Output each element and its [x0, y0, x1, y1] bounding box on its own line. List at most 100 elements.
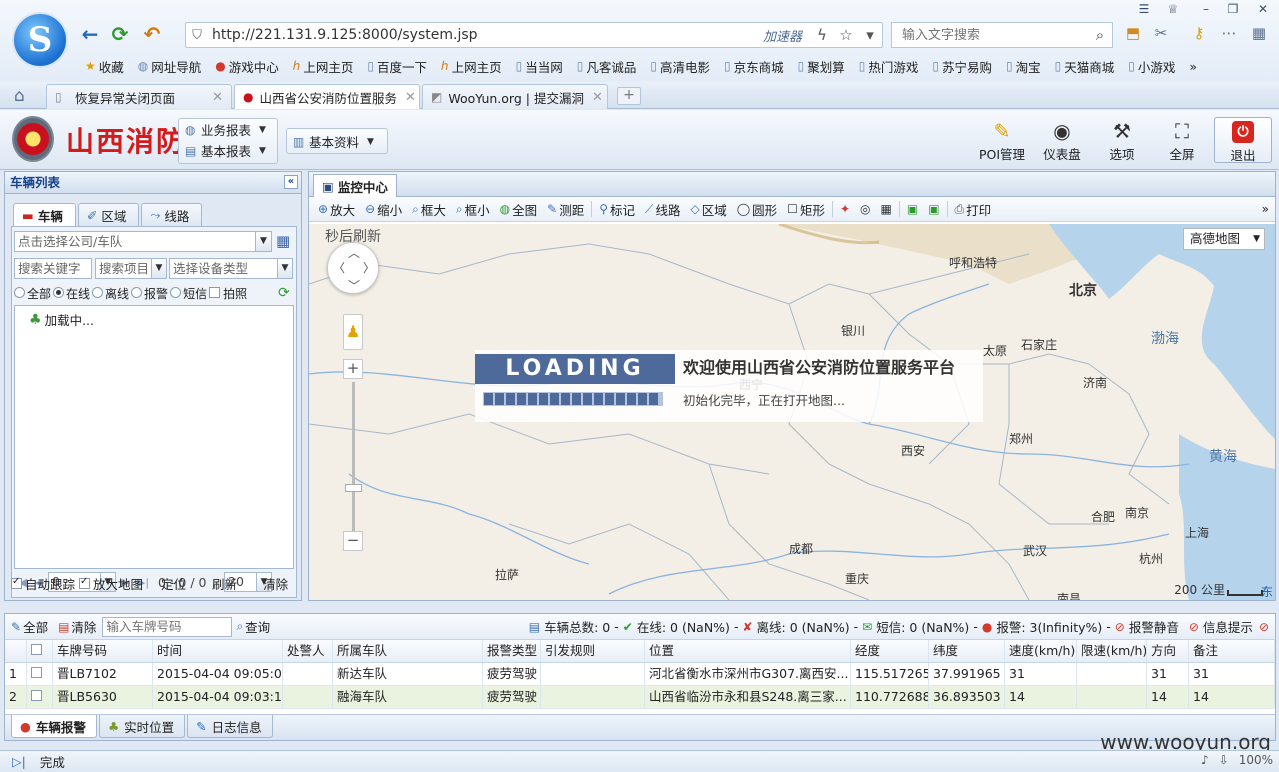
- zoom-slider-handle[interactable]: [345, 484, 362, 492]
- locate-button[interactable]: 定位: [161, 574, 186, 593]
- row-checkbox-cell[interactable]: [27, 663, 53, 685]
- column-header[interactable]: 报警类型: [483, 640, 541, 662]
- zoom-slider-track[interactable]: [352, 382, 355, 532]
- search-box[interactable]: ⌕: [891, 22, 1113, 48]
- bookmark-item[interactable]: ◍ 网址导航: [131, 56, 209, 76]
- toolbar-overflow-icon[interactable]: »: [1262, 202, 1269, 216]
- column-header[interactable]: 备注: [1189, 640, 1275, 662]
- collapse-icon[interactable]: «: [284, 175, 298, 189]
- box-zoom-out-tool[interactable]: ⌕ 框小: [451, 200, 495, 219]
- play-icon[interactable]: ▷|: [12, 754, 26, 769]
- bookmark-item[interactable]: ★ 收藏: [78, 56, 131, 76]
- bookmark-item[interactable]: ▯ 聚划算: [791, 56, 852, 76]
- close-icon[interactable]: ✕: [584, 90, 603, 105]
- pan-right-icon[interactable]: 〉: [363, 259, 375, 276]
- tab-route[interactable]: ⤳ 线路: [141, 203, 203, 226]
- column-header[interactable]: 纬度: [929, 640, 1005, 662]
- target-tool[interactable]: ◎: [855, 202, 875, 216]
- column-header[interactable]: 处警人: [283, 640, 333, 662]
- filter-alarm[interactable]: 报警: [131, 285, 168, 302]
- basic-data-item[interactable]: ▥ 基本资料 ▼: [287, 131, 387, 152]
- search-item-select[interactable]: 搜索项目 ▼: [95, 258, 167, 279]
- circle-tool[interactable]: ◯ 圆形: [732, 200, 782, 219]
- map-view[interactable]: 秒后刷新 ︿ ﹀ 〈 〉 ♟ + − 高德地图 ▼ 呼和浩特 北京 银川 太原 …: [309, 224, 1275, 600]
- radio-icon[interactable]: [170, 287, 182, 298]
- star-icon[interactable]: ☆: [834, 26, 858, 44]
- zoom-level[interactable]: 100%: [1239, 753, 1273, 767]
- chevron-down-icon[interactable]: ▾: [858, 26, 882, 44]
- filter-sms[interactable]: 短信: [170, 285, 207, 302]
- menu-icon[interactable]: ☰: [1133, 2, 1155, 16]
- bookmark-item[interactable]: ▯ 京东商城: [717, 56, 791, 76]
- checkbox-icon[interactable]: [79, 576, 91, 589]
- bookmark-item[interactable]: ▯ 凡客诚品: [570, 56, 644, 76]
- home-icon[interactable]: ⌂: [14, 86, 25, 106]
- key-icon[interactable]: ⚷: [1188, 24, 1210, 46]
- undo-icon[interactable]: ↶: [140, 22, 164, 46]
- bookmark-item[interactable]: ▯ 苏宁易购: [925, 56, 999, 76]
- radio-icon[interactable]: [14, 287, 25, 298]
- radio-icon[interactable]: [131, 287, 143, 298]
- back-arrow-icon[interactable]: ←: [78, 22, 102, 46]
- alert-settings-icon[interactable]: ⊘: [1259, 620, 1269, 634]
- rectangle-tool[interactable]: ☐ 矩形: [782, 200, 830, 219]
- full-extent-tool[interactable]: ◍ 全图: [495, 200, 543, 219]
- pan-down-icon[interactable]: ﹀: [348, 277, 360, 294]
- close-icon[interactable]: ✕: [397, 90, 416, 105]
- radio-icon[interactable]: [92, 287, 104, 298]
- tab-vehicle-alarm[interactable]: ● 车辆报警: [11, 715, 97, 738]
- filter-all[interactable]: 全部: [14, 285, 51, 302]
- skin-icon[interactable]: ♕: [1162, 2, 1184, 16]
- checkbox-icon[interactable]: [11, 576, 22, 589]
- radio-icon[interactable]: [53, 287, 65, 298]
- bookmark-icon[interactable]: ⬒: [1122, 24, 1144, 46]
- measure-tool[interactable]: ✎ 测距: [542, 200, 589, 219]
- tab-area[interactable]: ✐ 区域: [77, 203, 140, 226]
- bookmark-item[interactable]: ▯ 高清电影: [643, 56, 717, 76]
- mute-alarm-toggle[interactable]: ⊘ 报警静音: [1115, 617, 1179, 636]
- chevron-down-icon[interactable]: ▼: [151, 259, 166, 278]
- bookmark-item[interactable]: ▯ 小游戏: [1121, 56, 1182, 76]
- refresh-list-icon[interactable]: ⟳: [278, 285, 290, 301]
- accelerator-label[interactable]: 加速器: [763, 26, 802, 45]
- browser-tab-active[interactable]: ● 山西省公安消防位置服务 ✕: [234, 84, 420, 109]
- tab-log-info[interactable]: ✎ 日志信息: [187, 715, 273, 738]
- zoom-out-tool[interactable]: ⊖ 缩小: [360, 200, 407, 219]
- refresh-icon[interactable]: ⟳: [108, 22, 132, 46]
- column-header[interactable]: 引发规则: [541, 640, 645, 662]
- search-input[interactable]: [892, 27, 1088, 43]
- box-zoom-in-tool[interactable]: ⌕ 框大: [407, 200, 451, 219]
- filter-online[interactable]: 在线: [53, 285, 90, 302]
- chevron-down-icon[interactable]: ▼: [277, 259, 292, 278]
- column-header[interactable]: 方向: [1147, 640, 1189, 662]
- pan-up-icon[interactable]: ︿: [348, 244, 360, 261]
- pin-tool[interactable]: ✦: [835, 202, 855, 216]
- auto-follow-toggle[interactable]: 自动跟踪: [11, 574, 75, 593]
- close-icon[interactable]: ✕: [204, 90, 223, 105]
- bookmark-item[interactable]: ● 游戏中心: [208, 56, 286, 76]
- route-tool[interactable]: ⟋ 线路: [640, 200, 685, 219]
- filter-offline[interactable]: 离线: [92, 285, 129, 302]
- info-tips-toggle[interactable]: ⊘ 信息提示: [1189, 617, 1253, 636]
- grid-apps-icon[interactable]: ▦: [1248, 24, 1270, 46]
- column-header[interactable]: 时间: [153, 640, 283, 662]
- photo-toggle[interactable]: 拍照: [209, 285, 247, 302]
- checkbox-icon[interactable]: [31, 644, 42, 655]
- bookmark-item[interactable]: ▯ 热门游戏: [852, 56, 926, 76]
- street-view-pegman-icon[interactable]: ♟: [343, 314, 363, 350]
- column-header[interactable]: 限速(km/h): [1077, 640, 1147, 662]
- minimize-icon[interactable]: –: [1195, 2, 1217, 16]
- zoom-map-toggle[interactable]: 放大地图: [79, 574, 143, 593]
- new-tab-button[interactable]: +: [617, 87, 641, 105]
- keyword-input[interactable]: 搜索关键字: [14, 258, 92, 279]
- device-type-select[interactable]: 选择设备类型 ▼: [169, 258, 293, 279]
- plate-search-input[interactable]: [102, 616, 233, 637]
- bookmark-item[interactable]: ℎ 上网主页: [286, 56, 361, 76]
- chevron-down-icon[interactable]: ▼: [1253, 229, 1260, 249]
- exit-button[interactable]: ⏻ 退出: [1214, 117, 1272, 163]
- clear-button[interactable]: 清除: [263, 574, 288, 593]
- zoom-in-tool[interactable]: ⊕ 放大: [313, 200, 360, 219]
- column-header[interactable]: 所属车队: [333, 640, 483, 662]
- area-tool[interactable]: ◇ 区域: [685, 200, 731, 219]
- search-icon[interactable]: ⌕: [1088, 26, 1112, 44]
